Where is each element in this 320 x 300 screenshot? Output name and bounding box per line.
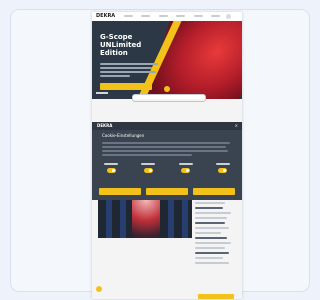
modal-header: DEKRA × — [92, 122, 242, 130]
toggle-switch[interactable] — [143, 168, 153, 173]
close-icon[interactable]: × — [235, 124, 238, 128]
toggle-label — [141, 163, 156, 165]
accept-all-button[interactable] — [193, 188, 235, 195]
site-logo[interactable]: DEKRA — [96, 14, 115, 19]
chat-icon[interactable] — [96, 286, 102, 292]
toggle-switch[interactable] — [106, 168, 116, 173]
consent-toggles — [102, 163, 232, 179]
toggle-label — [215, 163, 230, 165]
top-navigation: DEKRA — [92, 12, 242, 21]
consent-toggle — [177, 163, 195, 179]
hero-title: G-Scope UNLimited Edition — [100, 33, 142, 57]
hero-banner: G-Scope UNLimited Edition — [92, 21, 242, 99]
hero-description — [100, 63, 160, 79]
website-preview: DEKRA G-Scope UNLimited Edition DEKRA × … — [92, 12, 242, 299]
hero-cta-button[interactable] — [100, 83, 152, 90]
toggle-switch[interactable] — [218, 168, 228, 173]
toggle-label — [178, 163, 193, 165]
breadcrumb[interactable] — [96, 92, 108, 94]
play-icon[interactable] — [164, 86, 170, 92]
modal-brand: DEKRA — [97, 123, 113, 128]
nav-link[interactable] — [210, 15, 220, 17]
nav-link[interactable] — [193, 15, 203, 17]
consent-toggle — [214, 163, 232, 179]
nav-link[interactable] — [176, 15, 186, 17]
modal-actions — [99, 188, 235, 196]
modal-description — [102, 142, 232, 158]
toggle-switch[interactable] — [181, 168, 191, 173]
nav-links — [124, 15, 220, 18]
toggle-label — [104, 163, 118, 165]
reject-button[interactable] — [99, 188, 141, 195]
modal-title: Cookie-Einstellungen — [102, 133, 145, 138]
menu-icon[interactable] — [226, 14, 231, 19]
nav-link[interactable] — [158, 15, 168, 17]
sidebar-cta-button[interactable] — [198, 294, 234, 299]
nav-link[interactable] — [141, 15, 151, 17]
save-settings-button[interactable] — [146, 188, 188, 195]
consent-toggle — [139, 163, 157, 179]
nav-link[interactable] — [124, 15, 133, 17]
cookie-consent-modal: DEKRA × Cookie-Einstellungen — [92, 122, 242, 200]
consent-toggle — [102, 163, 120, 179]
